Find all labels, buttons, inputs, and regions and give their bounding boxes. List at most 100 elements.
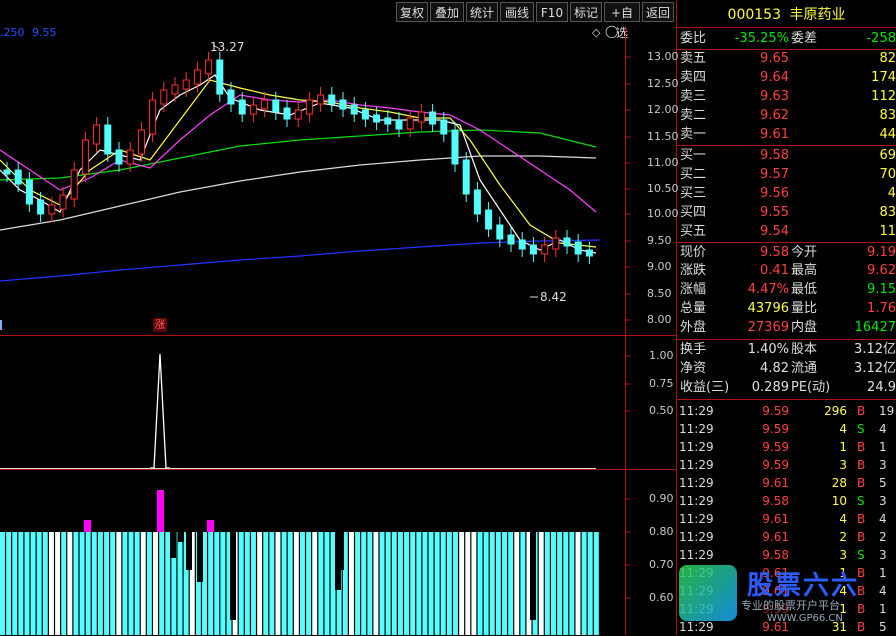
tick-extra: 3 xyxy=(879,458,887,472)
ind2-bar xyxy=(67,532,73,635)
candle-body xyxy=(429,111,437,125)
candle-body xyxy=(149,99,157,135)
ind2-bar xyxy=(373,532,379,635)
ind2-bar xyxy=(508,532,514,635)
huanshou-row: 换手 1.40% 股本 3.12亿 xyxy=(677,341,896,359)
ind2-bar xyxy=(287,532,293,635)
ind2-bar xyxy=(159,532,165,635)
candle-body xyxy=(261,99,269,110)
pe-label: PE(动) xyxy=(791,380,831,395)
left-marker xyxy=(0,320,2,330)
ind2-bar xyxy=(0,532,5,635)
bids-price: 9.56 xyxy=(760,186,789,201)
tick-extra: 2 xyxy=(879,530,887,544)
ind2-bar xyxy=(48,532,54,635)
candle-body xyxy=(25,179,33,205)
candle-body xyxy=(238,99,246,115)
ind2-bar xyxy=(446,532,452,635)
asks-price: 9.63 xyxy=(760,89,789,104)
xianjia-value: 9.58 xyxy=(760,245,789,260)
price-tick: 12.50 xyxy=(647,77,679,90)
candle-body xyxy=(373,114,381,123)
watermark: 股票六六 专业的股票开户平台 WWW.GP66.CN xyxy=(677,565,896,635)
ind2-bar xyxy=(404,532,410,635)
candle-body xyxy=(384,117,392,125)
asks-row: 卖四 9.64 174 xyxy=(677,69,896,87)
tick-price: 9.58 xyxy=(762,494,789,508)
price-tick: 11.00 xyxy=(647,156,679,169)
back-button[interactable]: 返回 xyxy=(642,2,674,22)
candle-body xyxy=(574,241,582,255)
neipan-label: 内盘 xyxy=(791,320,818,335)
candle-body xyxy=(350,104,358,115)
tick-volume: 10 xyxy=(831,494,847,508)
asks-price: 9.65 xyxy=(760,51,789,66)
ind2-bar xyxy=(575,532,581,635)
ind2-bar xyxy=(269,532,275,635)
candle-body xyxy=(518,239,526,250)
candle-body xyxy=(305,99,313,115)
candle-body xyxy=(205,59,213,75)
jingzi-value: 4.82 xyxy=(760,361,789,376)
candle-body xyxy=(563,237,571,247)
ind2-bar xyxy=(281,532,287,635)
ind2-bar xyxy=(128,532,134,635)
tick-price: 9.61 xyxy=(762,512,789,526)
jingzi-label: 净资 xyxy=(680,361,707,376)
ind2-bar xyxy=(569,532,575,635)
ind2-bar xyxy=(42,532,48,635)
ind2-bar xyxy=(36,532,42,635)
ind2-bar xyxy=(489,532,495,635)
ind2-bar xyxy=(122,532,128,635)
ind2-gap xyxy=(197,532,203,582)
price-tick: 9.00 xyxy=(647,260,672,273)
price-tick: 9.50 xyxy=(647,234,672,247)
tick-time: 11:29 xyxy=(679,404,714,418)
candle-body xyxy=(272,99,280,113)
price-tick: 8.00 xyxy=(647,313,672,326)
ind2-bar xyxy=(514,532,520,635)
ind2-gap xyxy=(530,532,536,620)
candle-body xyxy=(328,94,336,105)
ind2-tick: 0.80 xyxy=(649,525,674,538)
tick-price: 9.58 xyxy=(762,548,789,562)
ind2-bar xyxy=(116,532,122,635)
ind2-bar xyxy=(263,532,269,635)
asks-row: 卖三 9.63 112 xyxy=(677,88,896,106)
bids-label: 买五 xyxy=(680,224,707,239)
bids-price: 9.57 xyxy=(760,167,789,182)
candle-body xyxy=(48,204,56,215)
candle-body xyxy=(37,199,45,215)
zongliang-row: 总量 43796 量比 1.76 xyxy=(677,300,896,318)
tick-extra: 3 xyxy=(879,548,887,562)
candle-body xyxy=(171,84,179,95)
ind2-tick: 0.70 xyxy=(649,558,674,571)
ind2-bar xyxy=(453,532,458,635)
ind2-bar xyxy=(324,532,330,635)
pe-value: 24.9 xyxy=(867,380,896,395)
ind2-bar xyxy=(416,532,422,635)
ind2-signal-bar xyxy=(84,520,91,532)
quote-panel: 000153 丰原药业 委比 -35.25% 委差 -258 卖五 9.65 82 卖… xyxy=(677,0,896,635)
zongliang-label: 总量 xyxy=(680,301,707,316)
axis-tick-marks xyxy=(626,56,631,599)
ind2-bar xyxy=(483,532,489,635)
xianjia-label: 现价 xyxy=(680,245,707,260)
candle-body xyxy=(440,119,448,135)
ind2-bar xyxy=(477,532,483,635)
ind2-bar xyxy=(300,532,305,635)
tick-volume: 296 xyxy=(824,404,847,418)
candle-body xyxy=(104,124,112,155)
ind2-bar xyxy=(348,532,354,635)
low-value: 8.42 xyxy=(540,290,567,304)
ind2-bar xyxy=(238,532,244,635)
candle-body xyxy=(473,189,481,215)
zuigao-label: 最高 xyxy=(791,263,818,278)
zuigao-value: 9.62 xyxy=(867,263,896,278)
ind2-bar xyxy=(85,532,91,635)
asks-label: 卖二 xyxy=(680,108,707,123)
zhangdie-label: 涨跌 xyxy=(680,263,707,278)
candle-body xyxy=(507,234,515,245)
ind2-bar xyxy=(140,532,146,635)
tick-time: 11:29 xyxy=(679,530,714,544)
